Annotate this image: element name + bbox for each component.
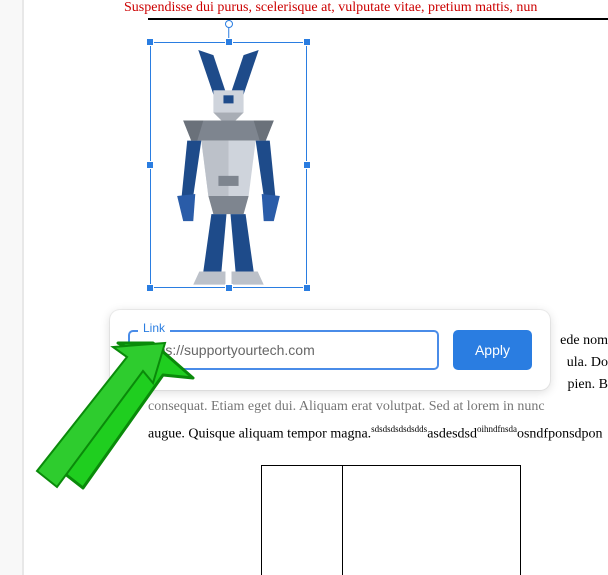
resize-handle-sw[interactable] [146, 284, 154, 292]
body-line-4: consequat. Etiam eget dui. Aliquam erat … [148, 396, 608, 418]
image-frame [150, 42, 307, 288]
resize-handle-e[interactable] [303, 161, 311, 169]
document-page: Suspendisse dui purus, scelerisque at, v… [24, 0, 608, 575]
heading-red-text: Suspendisse dui purus, scelerisque at, v… [124, 0, 608, 16]
resize-handle-s[interactable] [225, 284, 233, 292]
resize-handle-ne[interactable] [303, 38, 311, 46]
link-popup: Link Apply [110, 310, 550, 390]
rotate-handle[interactable] [225, 20, 233, 28]
underline [148, 18, 608, 20]
table[interactable] [261, 465, 521, 575]
resize-handle-w[interactable] [146, 161, 154, 169]
apply-button[interactable]: Apply [453, 330, 532, 370]
table-column-divider [342, 466, 343, 575]
resize-handle-nw[interactable] [146, 38, 154, 46]
link-field: Link [128, 330, 439, 370]
link-input[interactable] [128, 330, 439, 370]
robot-icon [153, 45, 304, 287]
resize-handle-se[interactable] [303, 284, 311, 292]
resize-handle-n[interactable] [225, 38, 233, 46]
body-line-5: augue. Quisque aliquam tempor magna.sdsd… [148, 418, 608, 446]
selected-image[interactable] [150, 42, 307, 288]
link-label: Link [138, 321, 170, 335]
